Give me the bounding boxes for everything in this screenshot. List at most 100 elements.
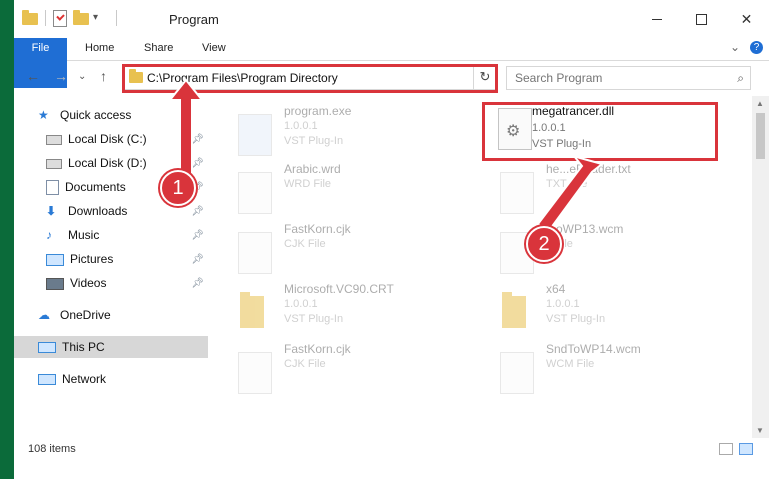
- minimize-button[interactable]: [634, 0, 679, 38]
- file-name: Arabic.wrd: [284, 162, 341, 176]
- ribbon-right-controls: ⌄ ?: [730, 40, 763, 54]
- sidebar-item-label: Videos: [70, 276, 107, 290]
- large-icons-view-icon[interactable]: [739, 443, 753, 455]
- sidebar-item-label: OneDrive: [60, 308, 111, 322]
- file-type: VST Plug-In: [546, 313, 606, 325]
- sidebar-item-onedrive[interactable]: ☁ OneDrive: [14, 304, 208, 326]
- pin-icon: 📌︎: [191, 278, 204, 289]
- sidebar-item-label: Pictures: [70, 252, 114, 266]
- search-icon[interactable]: ⌕: [737, 71, 744, 86]
- videos-icon: [46, 278, 64, 290]
- maximize-icon: [696, 13, 707, 25]
- file-version: 1.0.0.1: [284, 298, 318, 310]
- file-name: FastKorn.cjk: [284, 222, 351, 236]
- folder-icon: [502, 292, 526, 328]
- tab-home[interactable]: Home: [85, 38, 114, 60]
- sidebar-item-label: Local Disk (C:): [68, 132, 147, 146]
- file-item-fastkorn-cjk-2[interactable]: FastKorn.cjk CJK File: [222, 342, 452, 394]
- file-type: WCM File: [546, 358, 595, 370]
- window-controls: ✕: [634, 0, 769, 38]
- sidebar-item-label: Local Disk (D:): [68, 156, 147, 170]
- quick-access-toolbar: ▾: [22, 10, 120, 27]
- new-folder-icon[interactable]: [73, 10, 89, 26]
- back-button[interactable]: ←: [26, 68, 40, 84]
- properties-icon[interactable]: [53, 10, 69, 27]
- item-count: 108 items: [28, 443, 76, 455]
- blank-file-icon: [500, 352, 534, 394]
- details-view-icon[interactable]: [719, 443, 733, 455]
- pictures-icon: [46, 254, 64, 266]
- file-item-fastkorn-cjk[interactable]: FastKorn.cjk CJK File: [222, 222, 452, 274]
- file-name: program.exe: [284, 104, 352, 118]
- drive-icon: [46, 159, 62, 169]
- folder-icon: [22, 10, 38, 26]
- file-item-x64[interactable]: x64 1.0.0.1 VST Plug-In: [484, 282, 714, 332]
- music-icon: ♪: [46, 228, 52, 242]
- sidebar-item-videos[interactable]: Videos 📌︎: [14, 272, 208, 294]
- search-box[interactable]: ⌕: [506, 66, 751, 90]
- file-type: VST Plug-In: [284, 135, 344, 147]
- search-input[interactable]: [513, 70, 727, 86]
- status-bar: 108 items: [14, 438, 769, 479]
- sidebar-item-label: Music: [68, 228, 100, 242]
- sidebar-item-pictures[interactable]: Pictures 📌︎: [14, 248, 208, 270]
- download-icon: ⬇: [46, 204, 57, 218]
- file-item-program-exe[interactable]: program.exe 1.0.0.1 VST Plug-In: [222, 104, 452, 156]
- sidebar-item-music[interactable]: ♪ Music 📌︎: [14, 224, 208, 246]
- scrollbar-thumb[interactable]: [756, 113, 765, 159]
- ribbon-tabs: File Home Share View ⌄ ?: [14, 38, 769, 88]
- cloud-icon: ☁: [38, 308, 50, 322]
- toolbar-separator: [45, 10, 46, 26]
- file-name: FastKorn.cjk: [284, 342, 351, 356]
- scroll-up-icon[interactable]: ▲: [756, 99, 764, 108]
- sidebar-item-this-pc[interactable]: This PC: [14, 336, 208, 358]
- star-icon: ★: [38, 108, 49, 122]
- titlebar: ▾ Program ✕: [14, 0, 769, 38]
- file-type: CJK File: [284, 358, 326, 370]
- sidebar-item-label: Downloads: [68, 204, 128, 218]
- file-item-arabic-wrd[interactable]: Arabic.wrd WRD File: [222, 162, 452, 214]
- expand-ribbon-icon[interactable]: ⌄: [730, 40, 740, 54]
- pin-icon: 📌︎: [191, 230, 204, 241]
- close-icon: ✕: [740, 10, 753, 27]
- blank-file-icon: [238, 352, 272, 394]
- file-item-microsoft-vc90-crt[interactable]: Microsoft.VC90.CRT 1.0.0.1 VST Plug-In: [222, 282, 452, 332]
- annotation-step-2: 2: [526, 226, 562, 262]
- network-icon: [38, 374, 56, 385]
- computer-icon: [38, 342, 56, 353]
- folder-icon: [240, 292, 264, 328]
- file-version: 1.0.0.1: [546, 298, 580, 310]
- exe-icon: [238, 114, 272, 156]
- up-button[interactable]: ↑: [100, 68, 107, 84]
- file-item-sndtowp14-wcm[interactable]: SndToWP14.wcm WCM File: [484, 342, 714, 394]
- sidebar-item-network[interactable]: Network: [14, 368, 208, 390]
- blank-file-icon: [238, 232, 272, 274]
- blank-file-icon: [238, 172, 272, 214]
- customize-toolbar-icon[interactable]: ▾: [93, 10, 109, 26]
- sidebar-item-label: Documents: [65, 180, 126, 194]
- close-button[interactable]: ✕: [724, 0, 769, 38]
- minimize-icon: [651, 18, 662, 20]
- maximize-button[interactable]: [679, 0, 724, 38]
- annotation-step-1: 1: [160, 170, 196, 206]
- recent-locations-button[interactable]: ⌄: [78, 71, 86, 82]
- tab-view[interactable]: View: [202, 38, 226, 60]
- tab-share[interactable]: Share: [144, 38, 173, 60]
- window-title: Program: [169, 12, 219, 27]
- vertical-scrollbar[interactable]: ▲ ▼: [752, 96, 769, 438]
- toolbar-separator: [116, 10, 117, 26]
- file-type: CJK File: [284, 238, 326, 250]
- help-icon[interactable]: ?: [750, 40, 763, 54]
- file-type: VST Plug-In: [284, 313, 344, 325]
- file-version: 1.0.0.1: [284, 120, 318, 132]
- pin-icon: 📌︎: [191, 254, 204, 265]
- sidebar-item-label: This PC: [62, 340, 105, 354]
- view-switcher: [719, 443, 753, 455]
- forward-button[interactable]: →: [54, 68, 68, 84]
- sidebar-item-label: Network: [62, 372, 107, 386]
- scroll-down-icon[interactable]: ▼: [756, 426, 764, 435]
- file-name: x64: [546, 282, 566, 296]
- file-name: Microsoft.VC90.CRT: [284, 282, 394, 296]
- file-type: WRD File: [284, 178, 332, 190]
- drive-icon: [46, 135, 62, 145]
